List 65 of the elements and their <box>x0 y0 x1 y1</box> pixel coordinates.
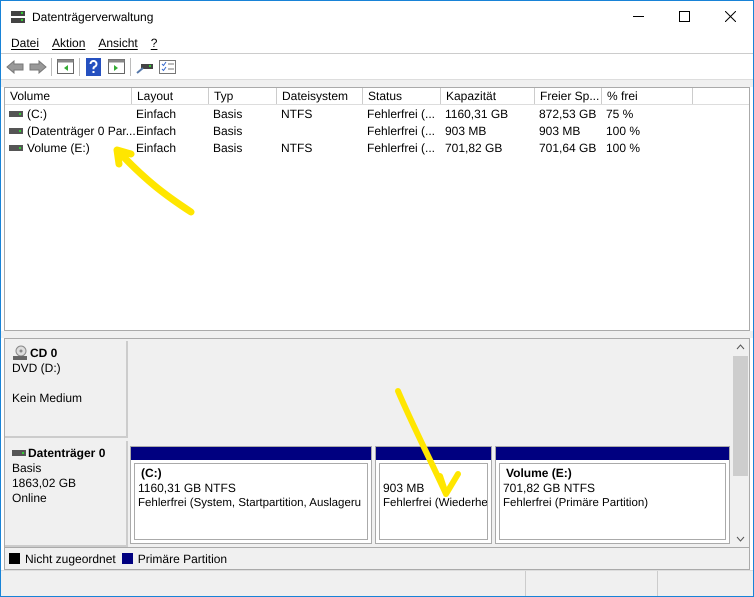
disk-detail: DVD (D:) <box>12 361 62 376</box>
column-header[interactable]: Dateisystem <box>277 88 363 104</box>
table-cell-text: NTFS <box>281 140 312 156</box>
table-cell-text: Volume (E:) <box>27 140 90 156</box>
table-cell-text: Basis <box>213 106 242 122</box>
scrollbar-thumb[interactable] <box>733 356 748 476</box>
menu-item[interactable]: Ansicht <box>92 32 144 52</box>
table-cell-text: Fehlerfrei (... <box>367 122 436 140</box>
partition-name: (C:) <box>140 466 163 481</box>
table-cell-text: Basis <box>213 140 242 156</box>
partition-status: Fehlerfrei (System, Startpartition, Auslageru <box>138 496 362 511</box>
close-icon[interactable] <box>724 11 736 22</box>
disk-name: Datenträger 0 <box>28 445 106 462</box>
partition-status: Fehlerfrei (Wiederhe <box>383 496 487 511</box>
table-cell-text: Einfach <box>136 106 176 122</box>
maximize-icon[interactable] <box>678 11 690 22</box>
table-cell-text: 903 MB <box>539 122 580 140</box>
legend-label: Nicht zugeordnet <box>25 550 116 568</box>
column-header[interactable]: Kapazität <box>441 88 535 104</box>
table-cell-text: Einfach <box>136 140 176 156</box>
table-cell-text: Basis <box>213 122 242 140</box>
table-cell-text: 75 % <box>606 106 634 122</box>
legend-label: Primäre Partition <box>138 550 228 568</box>
disk-detail: Online <box>12 491 48 506</box>
partition-status: Fehlerfrei (Primäre Partition) <box>503 496 650 511</box>
menu-item[interactable]: Aktion <box>46 32 92 52</box>
table-cell-text: NTFS <box>281 106 312 122</box>
table-cell-text: (Datenträger 0 Par... <box>27 122 136 140</box>
disk-name: CD 0 <box>30 345 58 362</box>
partition-size: 903 MB <box>383 481 426 496</box>
partition-name: Volume (E:) <box>505 466 573 481</box>
drive-icon <box>9 110 23 116</box>
partition-block[interactable]: Volume (E:) 701,82 GB NTFS Fehlerfrei (Primäre Partition) <box>495 446 730 544</box>
column-header[interactable]: Volume <box>5 88 132 104</box>
table-cell-text: 872,53 GB <box>539 106 596 122</box>
column-header[interactable]: Status <box>363 88 441 104</box>
disk-detail: 1863,02 GB <box>12 476 78 491</box>
partition-block[interactable]: 903 MB Fehlerfrei (Wiederhe <box>375 446 492 544</box>
cd-drive-icon <box>12 345 28 361</box>
table-cell-text: Einfach <box>136 122 176 140</box>
column-header[interactable]: % frei <box>602 88 693 104</box>
disk-detail: Basis <box>12 461 42 476</box>
partition-block[interactable]: (C:) 1160,31 GB NTFS Fehlerfrei (System, Startpartition, Auslageru <box>130 446 372 544</box>
partition-size: 1160,31 GB NTFS <box>138 481 237 496</box>
column-header[interactable]: Typ <box>209 88 277 104</box>
column-header[interactable]: Freier Sp... <box>535 88 602 104</box>
table-cell-text: 100 % <box>606 122 640 140</box>
table-cell-text: 1160,31 GB <box>445 106 508 122</box>
table-cell-text: Fehlerfrei (... <box>367 106 436 122</box>
disk-detail: Kein Medium <box>12 391 84 406</box>
menu-item[interactable]: Datei <box>5 32 46 52</box>
menu-item[interactable]: ? <box>144 32 164 52</box>
drive-icon <box>9 128 23 134</box>
app-icon <box>10 10 26 24</box>
table-cell-text: 903 MB <box>445 122 486 140</box>
drive-icon <box>9 144 23 150</box>
partition-size: 701,82 GB NTFS <box>503 481 596 496</box>
window-title: Datenträgerverwaltung <box>32 8 154 26</box>
table-cell-text: Fehlerfrei (... <box>367 140 436 156</box>
table-cell-text: (C:) <box>27 106 47 122</box>
table-cell-text: 701,82 GB <box>445 140 502 156</box>
table-cell-text: 100 % <box>606 140 640 156</box>
column-header[interactable]: Layout <box>132 88 209 104</box>
drive-icon <box>12 450 26 456</box>
table-cell-text: 701,64 GB <box>539 140 596 156</box>
